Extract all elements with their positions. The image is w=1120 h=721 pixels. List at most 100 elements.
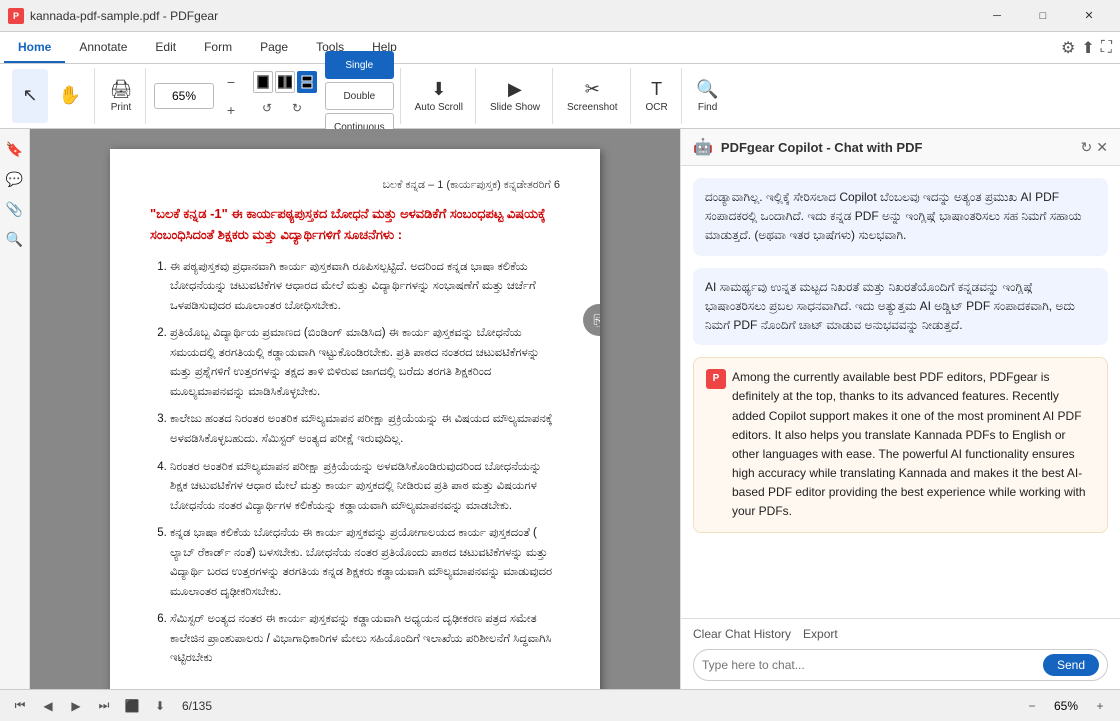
slide-show-button[interactable]: ▶ Slide Show: [484, 69, 546, 123]
slide-show-group: ▶ Slide Show: [478, 68, 553, 124]
sidebar-attachment-icon[interactable]: 📎: [3, 197, 27, 221]
chat-input[interactable]: [702, 658, 1035, 672]
list-item: ಈ ಪಠ್ಯಪುಸ್ತಕವು ಪ್ರಧಾನವಾಗಿ ಕಾರ್ಯ ಪುಸ್ತಕವಾ…: [170, 258, 560, 317]
pdf-page-header: ಬಲಕೆ ಕನ್ನಡ – 1 (ಕಾರ್ಯಪುಸ್ತಕ) ಕನ್ನಡೇತರರಿಗ…: [150, 179, 560, 192]
list-item: ಕನ್ನಡ ಭಾಷಾ ಕಲಿಕೆಯ ಬೋಧನೆಯ ಈ ಕಾರ್ಯ ಪುಸ್ತಕವ…: [170, 524, 560, 602]
copilot-close-icon[interactable]: ✕: [1096, 139, 1108, 156]
message-bubble-3: P Among the currently available best PDF…: [693, 357, 1108, 533]
minimize-button[interactable]: ─: [974, 0, 1020, 32]
screenshot-group: ✂ Screenshot: [555, 68, 631, 124]
rotate-cw-button[interactable]: ↻: [283, 95, 311, 121]
tab-edit[interactable]: Edit: [141, 32, 190, 63]
single-view-button[interactable]: Single: [325, 51, 394, 79]
message-text-3: Among the currently available best PDF e…: [732, 368, 1095, 522]
pdf-list: ಈ ಪಠ್ಯಪುಸ್ತಕವು ಪ್ರಧಾನವಾಗಿ ಕಾರ್ಯ ಪುಸ್ತಕವಾ…: [150, 258, 560, 669]
nav-extra-button[interactable]: ⬛: [120, 694, 144, 718]
main-area: 🔖 💬 📎 🔍 ಬಲಕೆ ಕನ್ನಡ – 1 (ಕಾರ್ಯಪುಸ್ತಕ) ಕನ್…: [0, 129, 1120, 689]
list-item: ನಿರಂತರ ಅಂತರಿಕ ಮೌಲ್ಯಮಾಪನ ಪರೀಕ್ಷಾ ಪ್ರಕ್ರಿಯ…: [170, 458, 560, 517]
tab-annotate[interactable]: Annotate: [65, 32, 141, 63]
single-page-icon[interactable]: [253, 71, 273, 93]
page-info: 6/135: [182, 699, 212, 713]
copilot-title: PDFgear Copilot - Chat with PDF: [721, 140, 1073, 155]
hand-icon: ✋: [59, 85, 81, 106]
next-page-button[interactable]: ▶: [64, 694, 88, 718]
ocr-group: T OCR: [633, 68, 682, 124]
double-view-button[interactable]: Double: [325, 82, 394, 110]
print-icon: 🖨: [110, 79, 133, 100]
bottom-zoom-controls: − 65% +: [1020, 694, 1112, 718]
send-button[interactable]: Send: [1043, 654, 1099, 676]
auto-scroll-label: Auto Scroll: [415, 102, 463, 113]
maximize-button[interactable]: □: [1020, 0, 1066, 32]
list-item: ಕಾಲೇಜು ಹಂತದ ನಿರಂತರ ಅಂತರಿಕ ಮೌಲ್ಯಮಾಪನ ಪರೀಕ…: [170, 410, 560, 449]
pdf-title: "ಬಲಕೆ ಕನ್ನಡ -1" ಈ ಕಾರ್ಯಪಠ್ಯಪುಸ್ತಕದ ಬೋಧನೆ…: [150, 204, 560, 246]
find-group: 🔍 Find: [684, 68, 732, 124]
close-button[interactable]: ✕: [1066, 0, 1112, 32]
chat-input-area: Send: [693, 649, 1108, 681]
screenshot-label: Screenshot: [567, 102, 618, 113]
print-group: 🖨 Print: [97, 68, 146, 124]
copilot-header: 🤖 PDFgear Copilot - Chat with PDF ↻ ✕: [681, 129, 1120, 166]
window-title: kannada-pdf-sample.pdf - PDFgear: [30, 9, 974, 23]
ocr-button[interactable]: T OCR: [639, 69, 675, 123]
sidebar-left: 🔖 💬 📎 🔍: [0, 129, 30, 689]
slide-show-icon: ▶: [508, 79, 522, 100]
message-bubble-2: AI ಸಾಮರ್ಥ್ಯವು ಉನ್ನತ ಮಟ್ಟದ ನಿಖರತೆ ಮತ್ತು ನ…: [693, 268, 1108, 346]
rotate-ccw-button[interactable]: ↺: [253, 95, 281, 121]
sidebar-bookmark-icon[interactable]: 🔖: [3, 137, 27, 161]
copilot-refresh-icon[interactable]: ↻: [1081, 139, 1093, 156]
copilot-footer: Clear Chat History Export Send: [681, 618, 1120, 689]
find-icon: 🔍: [696, 79, 718, 100]
slide-show-label: Slide Show: [490, 102, 540, 113]
download-button[interactable]: ⬇: [148, 694, 172, 718]
list-item: ಪ್ರತಿಯೊಬ್ಬ ವಿದ್ಯಾರ್ಥಿಯ ಪ್ರಮಾಣದ (ಬಿಂಡಿಂಗ್…: [170, 324, 560, 402]
find-label: Find: [698, 102, 717, 113]
clear-chat-button[interactable]: Clear Chat History: [693, 627, 791, 641]
zoom-in-button[interactable]: +: [217, 97, 245, 123]
bottom-zoom-level: 65%: [1048, 699, 1084, 713]
copilot-panel: 🤖 PDFgear Copilot - Chat with PDF ↻ ✕ ದಂ…: [680, 129, 1120, 689]
message-bubble-1: ದಂಡ್ಯಾವಾಗಿಲ್ಲ. ಇಲ್ಲಿಕ್ಕೆ ಸೇರಿಸಲಾದ Copilo…: [693, 178, 1108, 256]
bottom-zoom-in-button[interactable]: +: [1088, 694, 1112, 718]
share-icon[interactable]: ⬆: [1081, 38, 1094, 58]
ai-avatar: P: [706, 369, 726, 389]
zoom-input[interactable]: [154, 83, 214, 109]
zoom-group: − + ↺ ↻: [148, 68, 401, 124]
prev-page-button[interactable]: ◀: [36, 694, 60, 718]
list-item: ಸೆಮಿಸ್ಟರ್ ಅಂತ್ಯದ ನಂತರ ಈ ಕಾರ್ಯ ಪುಸ್ತಕವನ್ನ…: [170, 610, 560, 669]
export-button[interactable]: Export: [803, 627, 838, 641]
bottom-navigation-bar: ⏮ ◀ ▶ ⏭ ⬛ ⬇ 6/135 − 65% +: [0, 689, 1120, 721]
sidebar-search-icon[interactable]: 🔍: [3, 227, 27, 251]
settings-icon[interactable]: ⚙: [1061, 38, 1075, 58]
auto-scroll-group: ⬇ Auto Scroll: [403, 68, 476, 124]
select-tool-button[interactable]: ↖: [12, 69, 48, 123]
hand-tool-button[interactable]: ✋: [52, 69, 88, 123]
tab-page[interactable]: Page: [246, 32, 302, 63]
sidebar-comment-icon[interactable]: 💬: [3, 167, 27, 191]
bottom-zoom-out-button[interactable]: −: [1020, 694, 1044, 718]
fullscreen-icon[interactable]: ⛶: [1101, 39, 1112, 57]
tab-home[interactable]: Home: [4, 32, 65, 63]
copilot-icon: 🤖: [693, 137, 713, 157]
last-page-button[interactable]: ⏭: [92, 694, 116, 718]
ribbon: Home Annotate Edit Form Page Tools Help …: [0, 32, 1120, 129]
print-button[interactable]: 🖨 Print: [103, 69, 139, 123]
copy-floating-button[interactable]: ⎘: [583, 304, 600, 336]
titlebar: P kannada-pdf-sample.pdf - PDFgear ─ □ ✕: [0, 0, 1120, 32]
copilot-actions: Clear Chat History Export: [693, 627, 1108, 641]
zoom-out-button[interactable]: −: [217, 69, 245, 95]
two-page-icon[interactable]: [275, 71, 295, 93]
auto-scroll-button[interactable]: ⬇ Auto Scroll: [409, 69, 469, 123]
find-button[interactable]: 🔍 Find: [690, 69, 726, 123]
pdf-viewer[interactable]: ಬಲಕೆ ಕನ್ನಡ – 1 (ಕಾರ್ಯಪುಸ್ತಕ) ಕನ್ನಡೇತರರಿಗ…: [30, 129, 680, 689]
screenshot-button[interactable]: ✂ Screenshot: [561, 69, 624, 123]
print-label: Print: [111, 102, 132, 113]
first-page-button[interactable]: ⏮: [8, 694, 32, 718]
message-text-1: ದಂಡ್ಯಾವಾಗಿಲ್ಲ. ಇಲ್ಲಿಕ್ಕೆ ಸೇರಿಸಲಾದ Copilo…: [705, 188, 1096, 246]
screenshot-icon: ✂: [585, 79, 600, 100]
cursor-icon: ↖: [22, 85, 37, 106]
scroll-page-icon[interactable]: [297, 71, 317, 93]
ribbon-toolbar: ↖ ✋ 🖨 Print − +: [0, 64, 1120, 128]
tab-form[interactable]: Form: [190, 32, 246, 63]
copilot-messages: ದಂಡ್ಯಾವಾಗಿಲ್ಲ. ಇಲ್ಲಿಕ್ಕೆ ಸೇರಿಸಲಾದ Copilo…: [681, 166, 1120, 618]
